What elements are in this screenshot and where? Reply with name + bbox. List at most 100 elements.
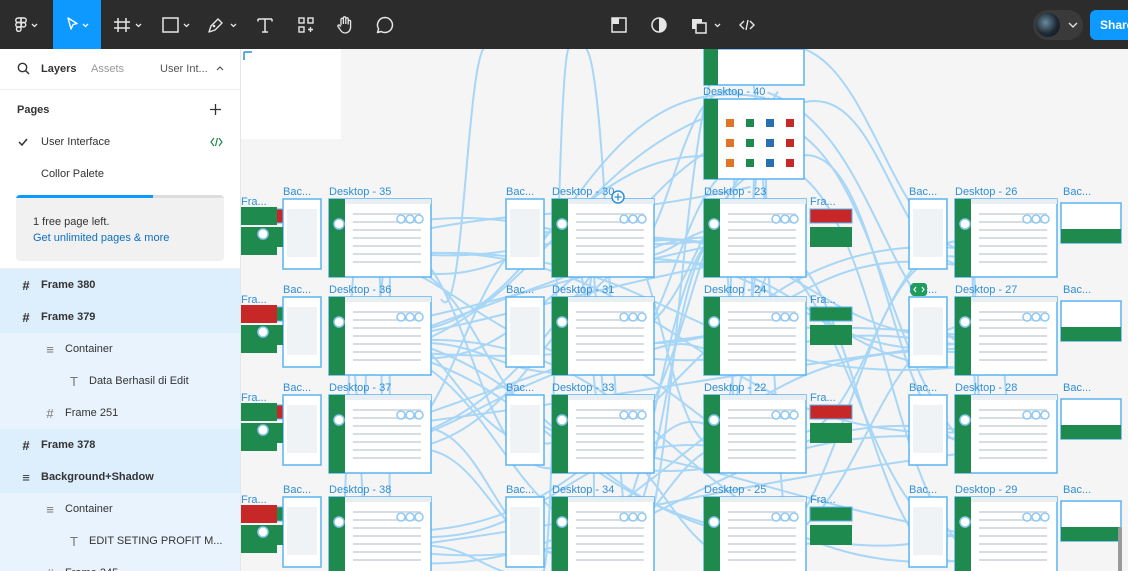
table-row-line bbox=[576, 559, 644, 561]
connection-node bbox=[780, 312, 790, 322]
connection-node bbox=[708, 316, 720, 328]
frame-sidebar-strip bbox=[704, 49, 718, 85]
move-tool-button[interactable] bbox=[53, 0, 101, 49]
table-row-line bbox=[728, 425, 796, 427]
artboard-blank bbox=[241, 49, 341, 139]
tab-layers[interactable]: Layers bbox=[41, 63, 76, 75]
connection-node bbox=[708, 218, 720, 230]
popup-frame bbox=[809, 306, 853, 322]
frame-label: Fra... bbox=[241, 392, 267, 404]
connection-node bbox=[556, 414, 568, 426]
table-row-line bbox=[728, 261, 796, 263]
table-row-line bbox=[979, 527, 1047, 529]
tile-icon bbox=[766, 119, 774, 127]
divider bbox=[0, 89, 240, 90]
hand-tool-button[interactable] bbox=[330, 0, 360, 49]
table-row-line bbox=[576, 253, 644, 255]
partial-frame bbox=[241, 207, 277, 225]
table-row-line bbox=[353, 457, 421, 459]
text-tool-button[interactable] bbox=[250, 0, 280, 49]
user-menu[interactable] bbox=[1033, 10, 1083, 40]
frame-label: Desktop - 25 bbox=[704, 484, 766, 496]
layer-label: Frame 245 bbox=[65, 567, 118, 571]
page-selector[interactable]: User Int... bbox=[160, 63, 208, 75]
chevron-up-icon[interactable] bbox=[216, 65, 224, 71]
connection-node bbox=[619, 214, 629, 224]
layer-row[interactable]: # Frame 251 bbox=[0, 397, 240, 429]
frame-icon: # bbox=[22, 277, 30, 293]
pen-nib-icon bbox=[208, 17, 237, 33]
connection-node bbox=[959, 414, 971, 426]
frame-sidebar-strip bbox=[329, 395, 345, 473]
layer-row[interactable]: # Frame 380 bbox=[0, 269, 240, 301]
table-row-line bbox=[728, 237, 796, 239]
partial-frame bbox=[241, 505, 277, 523]
search-icon[interactable] bbox=[17, 62, 30, 75]
connection-node bbox=[1031, 512, 1041, 522]
back-frame-body bbox=[913, 307, 943, 355]
comment-tool-button[interactable] bbox=[370, 0, 400, 49]
boolean-fill-button[interactable] bbox=[686, 0, 726, 49]
shape-tool-button[interactable] bbox=[156, 0, 196, 49]
frame-header bbox=[720, 395, 806, 400]
layer-row[interactable]: ≡ Background+Shadow bbox=[0, 461, 240, 493]
contrast-toggle-button[interactable] bbox=[644, 0, 674, 49]
table-row-line bbox=[979, 253, 1047, 255]
side-frame-footer bbox=[1061, 425, 1121, 439]
table-row-line bbox=[576, 261, 644, 263]
table-row-line bbox=[979, 229, 1047, 231]
hand-icon bbox=[337, 15, 352, 34]
frame-label: Bac... bbox=[1063, 284, 1091, 296]
frame-label: Bac... bbox=[1063, 186, 1091, 198]
layer-row[interactable]: ≡ Container bbox=[0, 333, 240, 365]
frame-label: Fra... bbox=[810, 196, 836, 208]
back-frame-body bbox=[913, 405, 943, 453]
cursor-arrow-icon bbox=[67, 16, 89, 30]
frame-header bbox=[345, 497, 431, 502]
add-page-icon[interactable] bbox=[209, 103, 222, 116]
resources-button[interactable] bbox=[290, 0, 322, 49]
table-row-line bbox=[728, 335, 796, 337]
frame-label: Bac... bbox=[283, 382, 311, 394]
frame-label: Fra... bbox=[241, 196, 267, 208]
vertical-scrollbar[interactable] bbox=[1118, 527, 1122, 571]
layer-label: Frame 379 bbox=[41, 311, 96, 323]
frame-label: Bac... bbox=[506, 284, 534, 296]
table-row-line bbox=[576, 335, 644, 337]
main-menu-button[interactable] bbox=[0, 0, 52, 49]
table-row-line bbox=[576, 237, 644, 239]
layer-row[interactable]: # Frame 378 bbox=[0, 429, 240, 461]
page-item-collor-palete[interactable]: Collor Palete bbox=[0, 158, 240, 190]
connection-node bbox=[1040, 410, 1050, 420]
frame-label: Bac... bbox=[1063, 382, 1091, 394]
layer-row[interactable]: # Frame 379 bbox=[0, 301, 240, 333]
page-item-user-interface[interactable]: User Interface bbox=[0, 126, 240, 158]
layer-row[interactable]: ≡ Container bbox=[0, 493, 240, 525]
connection-node bbox=[405, 214, 415, 224]
popup-frame bbox=[810, 423, 852, 443]
frame-label: Bac... bbox=[1063, 484, 1091, 496]
back-frame-body bbox=[287, 405, 317, 453]
auto-layout-icon: ≡ bbox=[46, 341, 54, 357]
promo-link[interactable]: Get unlimited pages & more bbox=[33, 232, 169, 244]
frame-sidebar-strip bbox=[552, 199, 568, 277]
layer-row[interactable]: # Frame 245 bbox=[0, 557, 240, 571]
design-canvas[interactable]: Desktop - 40 Desktop - 35 Bac... Fra... Desk… bbox=[241, 49, 1128, 571]
frame-thumbnail bbox=[703, 49, 805, 86]
connection-node bbox=[789, 512, 799, 522]
layer-row[interactable]: T Data Berhasil di Edit bbox=[0, 365, 240, 397]
layer-row[interactable]: T EDIT SETING PROFIT M... bbox=[0, 525, 240, 557]
tile-icon bbox=[746, 119, 754, 127]
pen-tool-button[interactable] bbox=[202, 0, 242, 49]
connection-node bbox=[333, 516, 345, 528]
layout-panel-button[interactable] bbox=[604, 0, 634, 49]
dev-mode-button[interactable] bbox=[732, 0, 762, 49]
share-button[interactable]: Share bbox=[1090, 10, 1128, 40]
frame-header bbox=[345, 297, 431, 302]
table-row-line bbox=[353, 253, 421, 255]
frame-header bbox=[568, 497, 654, 502]
frame-label: Desktop - 36 bbox=[329, 284, 391, 296]
frame-tool-button[interactable] bbox=[108, 0, 148, 49]
tab-assets[interactable]: Assets bbox=[91, 63, 124, 75]
code-brackets-icon bbox=[739, 19, 755, 30]
